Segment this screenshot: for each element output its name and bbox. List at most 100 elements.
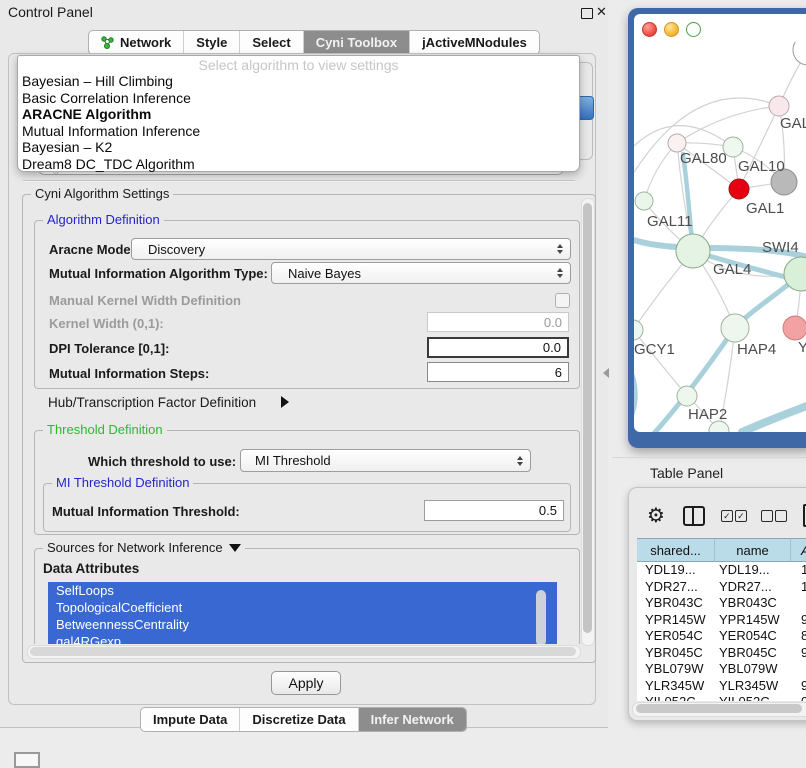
zoom-traffic-light-icon[interactable] [686, 22, 701, 37]
tab-label: Cyni Toolbox [316, 35, 397, 50]
node-salmon[interactable] [783, 316, 806, 340]
control-panel-titlebar: Control Panel ✕ [0, 0, 608, 24]
node-gcy1[interactable] [634, 320, 643, 340]
close-traffic-light-icon[interactable] [642, 22, 657, 37]
minimize-traffic-light-icon[interactable] [664, 22, 679, 37]
algorithm-dropdown-list: Select algorithm to view settings Bayesi… [17, 55, 580, 172]
column-header-name[interactable]: name [715, 538, 791, 562]
manual-kernel-label: Manual Kernel Width Definition [49, 293, 241, 308]
bottom-tabs: Impute Data Discretize Data Infer Networ… [140, 707, 467, 732]
table-row[interactable]: YDL19... YDL19... 13 [637, 562, 806, 579]
mi-steps-label: Mutual Information Steps: [49, 366, 209, 381]
column-header-clipped[interactable]: A [791, 538, 806, 562]
list-item[interactable]: gal4RGexp [48, 633, 557, 644]
dropdown-item[interactable]: ARACNE Algorithm [18, 106, 579, 123]
minimized-panel-icon[interactable] [14, 752, 40, 768]
horizontal-scrollbar-thumb[interactable] [30, 647, 576, 656]
window-title: Control Panel [8, 4, 93, 20]
node-label: SWI4 [762, 239, 799, 256]
close-icon[interactable]: ✕ [596, 4, 607, 20]
table-row[interactable]: YBR043C YBR043C [637, 595, 806, 612]
gear-icon[interactable]: ⚙ [647, 506, 665, 526]
which-threshold-combo[interactable]: MI Threshold [240, 449, 531, 472]
group-title: MI Threshold Definition [52, 475, 193, 490]
aracne-mode-combo[interactable]: Discovery [131, 238, 571, 260]
dpi-tolerance-field[interactable]: 0.0 [427, 337, 569, 358]
tab-impute-data[interactable]: Impute Data [141, 708, 239, 731]
tab-label: jActiveMNodules [422, 35, 527, 50]
list-item[interactable]: SelfLoops [48, 582, 557, 599]
group-title: Algorithm Definition [43, 212, 164, 227]
deselect-all-columns-icon[interactable] [761, 510, 787, 522]
combo-value: Discovery [132, 242, 552, 257]
tab-infer-network[interactable]: Infer Network [358, 708, 466, 731]
node[interactable] [793, 42, 806, 65]
group-title: Cyni Algorithm Settings [31, 186, 173, 201]
mi-type-combo[interactable]: Naive Bayes [271, 262, 571, 284]
dropdown-item[interactable]: Basic Correlation Inference [18, 90, 579, 107]
collapse-arrow-icon[interactable] [229, 544, 241, 552]
table-panel-title: Table Panel [650, 465, 723, 481]
node-gal4[interactable] [676, 234, 710, 268]
mi-threshold-label: Mutual Information Threshold: [52, 504, 240, 519]
node-hap2[interactable] [677, 386, 697, 406]
data-attributes-list: SelfLoops TopologicalCoefficient Between… [48, 582, 557, 644]
columns-icon[interactable] [683, 506, 705, 526]
control-panel-tabs: Network Style Select Cyni Toolbox jActiv… [88, 30, 540, 55]
list-item[interactable]: TopologicalCoefficient [48, 599, 557, 616]
list-item[interactable]: BetweennessCentrality [48, 616, 557, 633]
field-value: 0.5 [539, 503, 557, 518]
select-all-columns-icon[interactable]: ✓ ✓ [721, 510, 747, 522]
horizontal-scrollbar[interactable] [27, 645, 581, 659]
tab-style[interactable]: Style [183, 31, 239, 54]
tab-discretize-data[interactable]: Discretize Data [239, 708, 357, 731]
mi-steps-field[interactable]: 6 [427, 362, 569, 382]
data-attributes-label: Data Attributes [43, 561, 139, 576]
table-horizontal-scrollbar-thumb[interactable] [636, 704, 802, 713]
table-toolbar: ⚙ ✓ ✓ [647, 504, 806, 527]
table-row[interactable]: YDR27... YDR27... 12 [637, 579, 806, 596]
apply-button[interactable]: Apply [271, 671, 341, 695]
table-row[interactable]: YPR145W YPR145W 9. [637, 612, 806, 629]
table-row[interactable]: YLR345W YLR345W 9. [637, 678, 806, 695]
float-window-icon[interactable] [581, 8, 593, 19]
node-label: GCY1 [634, 341, 675, 358]
tab-network[interactable]: Network [89, 31, 183, 54]
vertical-scrollbar[interactable] [581, 198, 595, 646]
group-title: Sources for Network Inference [43, 540, 245, 555]
mi-threshold-field[interactable]: 0.5 [424, 500, 564, 521]
node[interactable] [769, 96, 789, 116]
table-row[interactable]: YIL052C YIL052C 0. [637, 694, 806, 701]
tab-cyni-toolbox[interactable]: Cyni Toolbox [303, 31, 409, 54]
tab-label: Style [196, 35, 227, 50]
list-scrollbar[interactable] [536, 590, 546, 644]
dropdown-item[interactable]: Dream8 DC_TDC Algorithm [18, 156, 579, 173]
dropdown-item[interactable]: Bayesian – Hill Climbing [18, 73, 579, 90]
column-header-shared-name[interactable]: shared... [637, 538, 715, 562]
table-row[interactable]: YER054C YER054C 8. [637, 628, 806, 645]
table-row[interactable]: YBR045C YBR045C 9. [637, 645, 806, 662]
node-label: Y [798, 339, 806, 356]
tab-jactivemnodules[interactable]: jActiveMNodules [409, 31, 539, 54]
sources-clip: Sources for Network Inference Data Attri… [34, 540, 586, 644]
dropdown-item[interactable]: Mutual Information Inference [18, 123, 579, 140]
node-label: HAP4 [737, 341, 776, 358]
table-horizontal-scrollbar[interactable] [632, 702, 806, 717]
node-hap4[interactable] [721, 314, 749, 342]
expand-arrow-icon[interactable] [281, 396, 289, 408]
vertical-scrollbar-thumb[interactable] [583, 203, 592, 633]
mi-threshold-definition-group: MI Threshold Definition Mutual Informati… [43, 483, 571, 532]
node-gal1-selected[interactable] [729, 179, 749, 199]
network-canvas[interactable]: GAL GAL80 GAL10 GAL1 GAL11 GAL4 SWI4 GCY… [634, 42, 806, 432]
table-row[interactable]: YBL079W YBL079W [637, 661, 806, 678]
node-gal11[interactable] [635, 192, 653, 210]
dropdown-item[interactable]: Bayesian – K2 [18, 139, 579, 156]
kernel-width-field[interactable]: 0.0 [427, 312, 569, 332]
threshold-definition-group: Threshold Definition Which threshold to … [34, 430, 580, 535]
tab-select[interactable]: Select [239, 31, 302, 54]
table-body: YDL19... YDL19... 13 YDR27... YDR27... 1… [637, 562, 806, 701]
network-node-labels: GAL GAL80 GAL10 GAL1 GAL11 GAL4 SWI4 GCY… [634, 115, 806, 423]
splitpane-handle-icon[interactable] [603, 368, 609, 378]
combo-stepper-icon [512, 456, 528, 466]
manual-kernel-checkbox[interactable] [555, 293, 570, 308]
